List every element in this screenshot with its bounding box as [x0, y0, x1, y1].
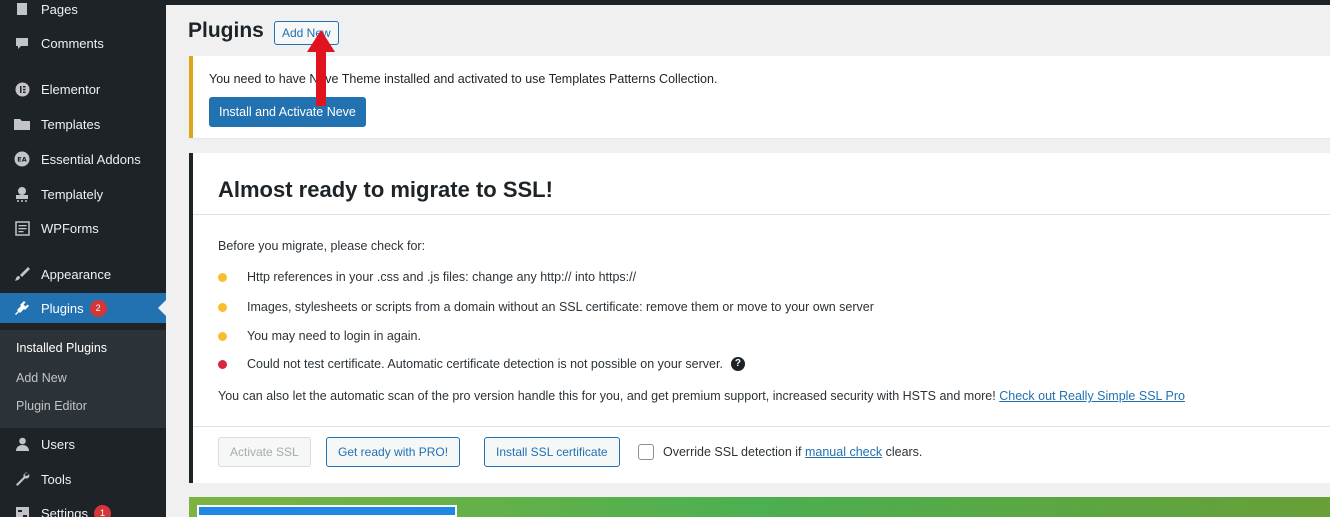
divider	[193, 214, 1330, 215]
sidebar-item-label: Essential Addons	[41, 151, 141, 167]
page-title: Plugins	[188, 19, 264, 42]
submenu-item-installed-plugins[interactable]: Installed Plugins	[16, 341, 107, 355]
sidebar-item-wpforms[interactable]: WPForms	[0, 213, 166, 243]
warning-dot-icon	[218, 272, 227, 282]
ssl-check-text: Could not test certificate. Automatic ce…	[247, 357, 723, 371]
update-count-badge: 2	[89, 299, 107, 317]
settings-icon	[11, 504, 33, 517]
pages-icon	[11, 0, 33, 18]
svg-text:EA: EA	[17, 156, 26, 164]
main-content: Plugins Add New You need to have Neve Th…	[166, 0, 1330, 517]
ssl-pro-text: You can also let the automatic scan of t…	[218, 389, 996, 403]
sidebar-item-tools[interactable]: Tools	[0, 464, 166, 494]
ssl-check-item: You may need to login in again.	[218, 329, 421, 343]
sidebar-item-label: Appearance	[41, 266, 112, 282]
templately-icon	[11, 185, 33, 203]
really-simple-ssl-pro-link[interactable]: Check out Really Simple SSL Pro	[999, 389, 1185, 403]
sidebar-item-label: Tools	[41, 471, 72, 487]
update-count-badge: 1	[93, 504, 111, 517]
sidebar-item-label: Pages	[41, 1, 78, 17]
ssl-panel-title: Almost ready to migrate to SSL!	[218, 177, 553, 202]
wrench-icon	[11, 470, 33, 488]
admin-sidebar: Pages Comments Elementor Templates EA Es…	[0, 0, 166, 517]
neve-theme-notice: You need to have Neve Theme installed an…	[189, 56, 1330, 138]
sidebar-item-settings[interactable]: Settings 1	[0, 498, 166, 517]
form-icon	[11, 219, 33, 237]
ssl-check-item: Images, stylesheets or scripts from a do…	[218, 300, 874, 314]
essential-addons-icon: EA	[11, 150, 33, 168]
promo-banner	[189, 497, 1330, 517]
sidebar-item-plugins[interactable]: Plugins 2	[0, 293, 166, 323]
active-menu-indicator	[158, 300, 166, 316]
admin-bar-edge	[166, 0, 1330, 5]
wp-admin-screen: Pages Comments Elementor Templates EA Es…	[0, 0, 1330, 517]
ssl-check-text: Images, stylesheets or scripts from a do…	[247, 300, 874, 314]
sidebar-item-templates[interactable]: Templates	[0, 109, 166, 139]
sidebar-item-label: Templates	[41, 116, 101, 132]
sidebar-item-comments[interactable]: Comments	[0, 28, 166, 58]
plugin-icon	[11, 299, 33, 317]
notice-message: You need to have Neve Theme installed an…	[209, 72, 718, 86]
divider	[193, 426, 1330, 427]
warning-dot-icon	[218, 331, 227, 341]
ssl-intro-text: Before you migrate, please check for:	[218, 239, 426, 253]
warning-dot-icon	[218, 302, 227, 312]
comment-icon	[11, 34, 33, 52]
manual-check-link[interactable]: manual check	[805, 445, 882, 459]
error-dot-icon	[218, 359, 227, 369]
help-icon[interactable]: ?	[730, 357, 745, 371]
override-text: Override SSL detection if	[663, 445, 802, 459]
override-text-end: clears.	[885, 445, 923, 459]
get-ready-pro-button[interactable]: Get ready with PRO!	[326, 437, 461, 467]
sidebar-item-label: Plugins	[41, 300, 84, 316]
submenu-item-add-new[interactable]: Add New	[16, 371, 67, 385]
submenu-item-plugin-editor[interactable]: Plugin Editor	[16, 399, 87, 413]
activate-ssl-button[interactable]: Activate SSL	[218, 437, 311, 467]
sidebar-item-label: WPForms	[41, 220, 99, 236]
red-annotation-arrow-icon	[307, 30, 335, 106]
override-ssl-label: Override SSL detection if manual check c…	[663, 445, 922, 459]
sidebar-item-label: Templately	[41, 186, 104, 202]
sidebar-item-label: Comments	[41, 35, 104, 51]
user-icon	[11, 435, 33, 453]
sidebar-item-templately[interactable]: Templately	[0, 179, 166, 209]
promo-banner-button[interactable]	[197, 505, 457, 517]
ssl-check-text: Http references in your .css and .js fil…	[247, 270, 637, 284]
folder-icon	[11, 115, 33, 133]
sidebar-item-appearance[interactable]: Appearance	[0, 259, 166, 289]
sidebar-item-pages[interactable]: Pages	[0, 0, 166, 24]
install-activate-neve-button[interactable]: Install and Activate Neve	[209, 97, 366, 127]
sidebar-item-elementor[interactable]: Elementor	[0, 74, 166, 104]
override-ssl-detection-checkbox[interactable]	[638, 444, 654, 460]
sidebar-item-label: Settings	[41, 505, 88, 517]
ssl-migration-panel: Almost ready to migrate to SSL! Before y…	[189, 153, 1330, 483]
ssl-pro-promo: You can also let the automatic scan of t…	[218, 389, 1185, 403]
ssl-check-text: You may need to login in again.	[247, 329, 421, 343]
sidebar-item-essential-addons[interactable]: EA Essential Addons	[0, 144, 166, 174]
sidebar-item-label: Users	[41, 436, 75, 452]
ssl-check-item: Http references in your .css and .js fil…	[218, 270, 636, 284]
sidebar-item-label: Elementor	[41, 81, 101, 97]
ssl-check-item: Could not test certificate. Automatic ce…	[218, 357, 745, 371]
paintbrush-icon	[11, 265, 33, 283]
elementor-icon	[11, 80, 33, 98]
install-ssl-certificate-button[interactable]: Install SSL certificate	[484, 437, 620, 467]
sidebar-item-users[interactable]: Users	[0, 429, 166, 459]
plugins-submenu: Installed Plugins Add New Plugin Editor	[0, 330, 166, 428]
